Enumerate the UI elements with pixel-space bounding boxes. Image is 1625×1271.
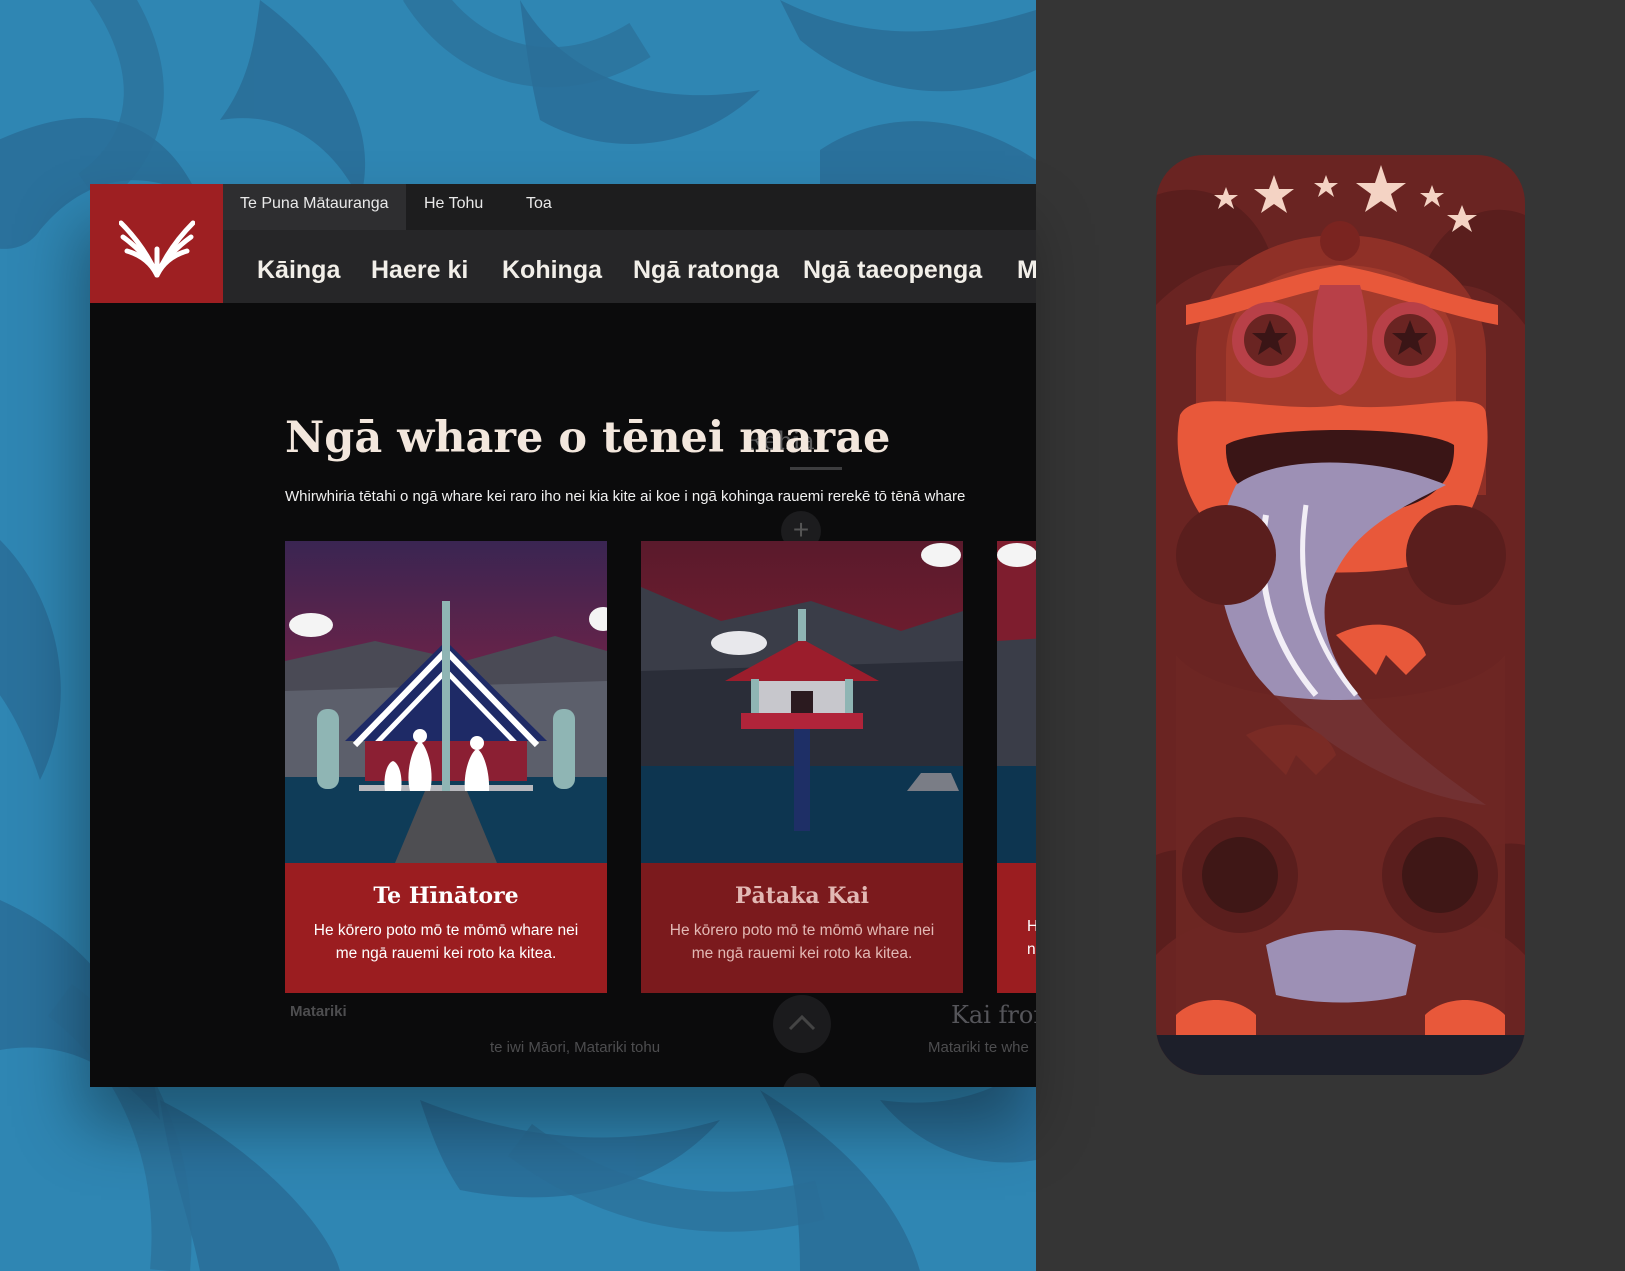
- ghost-underline: [790, 467, 842, 470]
- utility-tab-he-tohu[interactable]: He Tohu: [407, 184, 500, 230]
- card-caption: Te Hīnātore He kōrero poto mō te mōmō wh…: [285, 863, 607, 993]
- nav-item-kainga[interactable]: Kāinga: [257, 230, 340, 303]
- book-logo-icon: [118, 220, 195, 277]
- page-title: Ngā whare o tēnei marae: [285, 413, 891, 463]
- card-description: He kōrero poto mō te mōmō whare nei me n…: [669, 922, 935, 962]
- card-title: Te Hīnātore: [373, 883, 519, 909]
- card-description: H n: [1027, 918, 1036, 958]
- ghost-matariki: Matariki: [290, 1003, 347, 1020]
- ghost-line-2: Matariki te whe: [928, 1039, 1029, 1056]
- card-title: Pātaka Kai: [734, 883, 870, 909]
- card-illustration: [285, 541, 607, 863]
- card-partial[interactable]: H n: [997, 541, 1036, 993]
- ghost-line-1: te iwi Māori, Matariki tohu: [490, 1039, 661, 1056]
- nav-item-nga-taeopenga[interactable]: Ngā taeopenga: [803, 230, 982, 303]
- website-window: Te Puna Mātauranga He Tohu Toa Kāinga Ha…: [90, 184, 1036, 1087]
- site-logo[interactable]: [90, 184, 223, 303]
- utility-nav: Te Puna Mātauranga He Tohu Toa: [223, 184, 1036, 230]
- main-content: Rēhia Ngā whare o tēnei marae Whirwhiria…: [90, 303, 1036, 1087]
- utility-tab-te-puna-matauranga[interactable]: Te Puna Mātauranga: [223, 184, 406, 230]
- utility-tab-toa[interactable]: Toa: [509, 184, 569, 230]
- nav-item-haere-ki[interactable]: Haere ki: [371, 230, 468, 303]
- chevron-up-icon: [788, 1014, 816, 1031]
- tiki-illustration: [1156, 155, 1525, 1085]
- scroll-up-button: [773, 995, 831, 1053]
- card-pataka-kai[interactable]: Pātaka Kai He kōrero poto mō te mōmō wha…: [641, 541, 963, 993]
- card-description: He kōrero poto mō te mōmō whare nei me n…: [313, 922, 579, 962]
- nav-item-more[interactable]: M: [1017, 230, 1036, 303]
- nav-item-kohinga[interactable]: Kohinga: [502, 230, 602, 303]
- card-te-hinatore[interactable]: Te Hīnātore He kōrero poto mō te mōmō wh…: [285, 541, 607, 993]
- main-nav: Kāinga Haere ki Kohinga Ngā ratonga Ngā …: [223, 230, 1036, 303]
- ghost-kai-heading: Kai from: [951, 1001, 1036, 1029]
- card-illustration: [641, 541, 963, 863]
- nav-item-nga-ratonga[interactable]: Ngā ratonga: [633, 230, 779, 303]
- scroll-down-button: [783, 1073, 821, 1087]
- card-illustration: [997, 541, 1036, 863]
- card-caption: Pātaka Kai He kōrero poto mō te mōmō wha…: [641, 863, 963, 993]
- card-caption: H n: [997, 863, 1036, 993]
- chevron-down-icon: [783, 1073, 821, 1087]
- page-intro: Whirwhiria tētahi o ngā whare kei raro i…: [285, 488, 966, 505]
